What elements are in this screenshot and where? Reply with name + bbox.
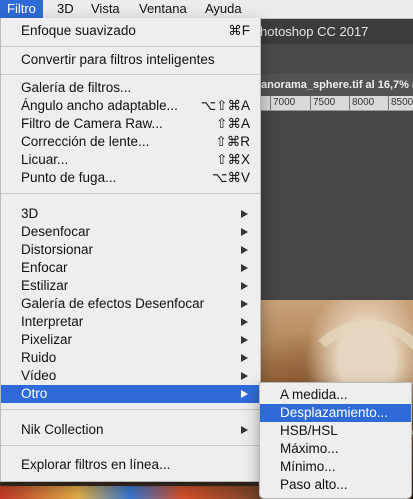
shortcut: ⇧⌘R — [215, 134, 250, 149]
otro-submenu: A medida... Desplazamiento... HSB/HSL Má… — [259, 382, 412, 499]
menu-item-label: Máximo... — [280, 441, 339, 456]
separator — [1, 193, 260, 194]
menu-item-label: Licuar... — [21, 152, 69, 167]
menu-item-ruido[interactable]: Ruido — [1, 349, 260, 367]
submenu-item-maximo[interactable]: Máximo... — [260, 440, 411, 458]
menu-item-estilizar[interactable]: Estilizar — [1, 277, 260, 295]
menu-item-otro[interactable]: Otro — [1, 385, 260, 403]
menu-item-desenfocar[interactable]: Desenfocar — [1, 223, 260, 241]
ruler-tick: 8000 — [348, 96, 375, 110]
menu-item-label: Enfoque suavizado — [21, 23, 136, 38]
menu-item-label: Interpretar — [21, 314, 84, 329]
submenu-arrow-icon — [241, 264, 248, 272]
menu-ayuda[interactable]: Ayuda — [198, 0, 249, 18]
document-tab-title: anorama_sphere.tif al 16,7% ( — [261, 79, 413, 91]
submenu-arrow-icon — [241, 210, 248, 218]
submenu-item-a-medida[interactable]: A medida... — [260, 386, 411, 404]
menu-item-label: Explorar filtros en línea... — [21, 457, 171, 472]
app-title: hotoshop CC 2017 — [260, 24, 369, 39]
submenu-arrow-icon — [241, 390, 248, 398]
menu-item-label: Desplazamiento... — [280, 405, 389, 420]
separator — [1, 74, 260, 75]
menu-item-label: Desenfocar — [21, 224, 91, 239]
ruler-tick: 7500 — [309, 96, 336, 110]
shortcut: ⇧⌘A — [216, 116, 250, 131]
submenu-item-paso-alto[interactable]: Paso alto... — [260, 476, 411, 494]
menu-item-label: Filtro de Camera Raw... — [21, 116, 163, 131]
menu-item-label: Distorsionar — [21, 242, 94, 257]
background-artwork — [0, 486, 260, 499]
menu-item-label: Corrección de lente... — [21, 134, 150, 149]
ruler-tick: 8500 — [387, 96, 413, 110]
submenu-arrow-icon — [241, 372, 248, 380]
menu-item-galeria-desenfocar[interactable]: Galería de efectos Desenfocar — [1, 295, 260, 313]
menu-item-label: 3D — [21, 206, 39, 221]
submenu-arrow-icon — [241, 354, 248, 362]
menu-item-nik-collection[interactable]: Nik Collection — [1, 421, 260, 439]
submenu-arrow-icon — [241, 426, 248, 434]
menu-item-convertir-filtros-inteligentes[interactable]: Convertir para filtros inteligentes — [1, 51, 260, 69]
menu-item-label: HSB/HSL — [280, 423, 338, 438]
menu-item-pixelizar[interactable]: Pixelizar — [1, 331, 260, 349]
menu-item-label: Estilizar — [21, 278, 69, 293]
ruler-tick: 7000 — [269, 96, 296, 110]
menu-vista[interactable]: Vista — [84, 0, 127, 18]
menu-item-angulo-ancho[interactable]: Ángulo ancho adaptable... ⌥⇧⌘A — [1, 97, 260, 115]
menu-item-galeria-filtros[interactable]: Galería de filtros... — [1, 79, 260, 97]
menu-item-enfoque-suavizado[interactable]: Enfoque suavizado ⌘F — [1, 22, 260, 40]
menu-3d[interactable]: 3D — [50, 0, 81, 18]
menu-item-label: Punto de fuga... — [21, 170, 117, 185]
shortcut: ⌥⌘V — [211, 170, 250, 185]
submenu-arrow-icon — [241, 336, 248, 344]
menu-item-label: Ruido — [21, 350, 57, 365]
menu-item-label: Mínimo... — [280, 459, 336, 474]
submenu-arrow-icon — [241, 300, 248, 308]
submenu-item-hsb-hsl[interactable]: HSB/HSL — [260, 422, 411, 440]
shortcut: ⌥⇧⌘A — [200, 98, 250, 113]
menu-item-correccion-lente[interactable]: Corrección de lente... ⇧⌘R — [1, 133, 260, 151]
menu-item-distorsionar[interactable]: Distorsionar — [1, 241, 260, 259]
menu-item-3d[interactable]: 3D — [1, 205, 260, 223]
shortcut: ⇧⌘X — [216, 152, 250, 167]
menu-filtro[interactable]: Filtro — [0, 0, 43, 18]
submenu-arrow-icon — [241, 228, 248, 236]
separator — [1, 46, 260, 47]
shortcut: ⌘F — [228, 23, 250, 38]
menu-item-explorar-filtros[interactable]: Explorar filtros en línea... — [1, 456, 260, 474]
submenu-item-desplazamiento[interactable]: Desplazamiento... — [260, 404, 411, 422]
menu-item-punto-fuga[interactable]: Punto de fuga... ⌥⌘V — [1, 169, 260, 187]
submenu-arrow-icon — [241, 246, 248, 254]
menu-item-licuar[interactable]: Licuar... ⇧⌘X — [1, 151, 260, 169]
submenu-item-minimo[interactable]: Mínimo... — [260, 458, 411, 476]
menu-item-label: Paso alto... — [280, 477, 348, 492]
submenu-arrow-icon — [241, 282, 248, 290]
menu-item-label: A medida... — [280, 387, 348, 402]
menu-item-interpretar[interactable]: Interpretar — [1, 313, 260, 331]
menu-item-enfocar[interactable]: Enfocar — [1, 259, 260, 277]
menu-item-label: Pixelizar — [21, 332, 73, 347]
menu-item-label: Galería de filtros... — [21, 80, 132, 95]
menu-bar: Filtro 3D Vista Ventana Ayuda — [0, 0, 413, 19]
menu-item-label: Galería de efectos Desenfocar — [21, 296, 205, 311]
menu-item-label: Vídeo — [21, 368, 57, 383]
menu-item-label: Otro — [21, 386, 48, 401]
separator — [1, 409, 260, 410]
menu-ventana[interactable]: Ventana — [132, 0, 194, 18]
menu-item-label: Convertir para filtros inteligentes — [21, 52, 215, 67]
menu-item-label: Ángulo ancho adaptable... — [21, 98, 178, 113]
menu-item-camera-raw[interactable]: Filtro de Camera Raw... ⇧⌘A — [1, 115, 260, 133]
menu-item-video[interactable]: Vídeo — [1, 367, 260, 385]
menu-item-label: Nik Collection — [21, 422, 104, 437]
separator — [1, 445, 260, 446]
menu-item-label: Enfocar — [21, 260, 68, 275]
filter-menu: Enfoque suavizado ⌘F Convertir para filt… — [0, 18, 261, 482]
submenu-arrow-icon — [241, 318, 248, 326]
